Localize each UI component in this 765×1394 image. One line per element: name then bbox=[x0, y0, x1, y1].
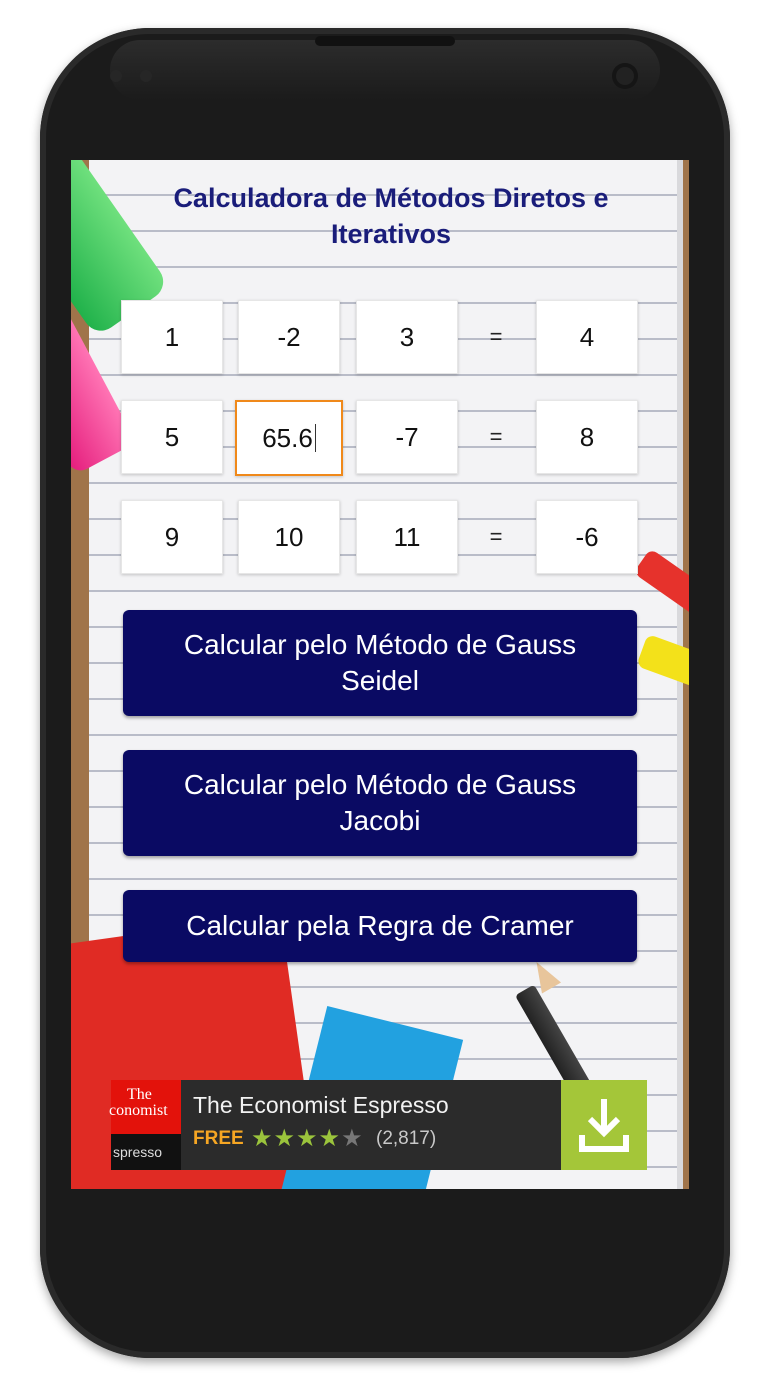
matrix-cell-r2-c[interactable]: -7 bbox=[356, 400, 458, 474]
matrix-cell-r1-a[interactable]: 1 bbox=[121, 300, 223, 374]
matrix-cell-r2-b-focused[interactable]: 65.6 bbox=[235, 400, 343, 476]
text-cursor bbox=[314, 424, 316, 452]
phone-top bbox=[110, 40, 660, 100]
star-icon-empty: ★ bbox=[341, 1125, 364, 1152]
star-icon-filled: ★★★★ bbox=[251, 1125, 342, 1152]
equals-sign: = bbox=[489, 324, 503, 349]
front-camera bbox=[612, 63, 638, 89]
matrix-result-r1[interactable]: 4 bbox=[536, 300, 638, 374]
matrix-result-r3[interactable]: -6 bbox=[536, 500, 638, 574]
matrix-cell-r3-b[interactable]: 10 bbox=[238, 500, 340, 574]
download-icon bbox=[579, 1099, 629, 1152]
sensor bbox=[140, 70, 152, 82]
gauss-jacobi-button[interactable]: Calcular pelo Método de Gauss Jacobi bbox=[123, 750, 637, 856]
ad-banner[interactable]: The conomist spresso The Economist Espre… bbox=[109, 1080, 647, 1170]
matrix-cell-r1-b[interactable]: -2 bbox=[238, 300, 340, 374]
cramer-button[interactable]: Calcular pela Regra de Cramer bbox=[123, 890, 637, 962]
matrix-cell-r3-a[interactable]: 9 bbox=[121, 500, 223, 574]
page-title: Calculadora de Métodos Diretos e Iterati… bbox=[173, 183, 609, 249]
speaker-grill bbox=[315, 36, 455, 46]
rating-count: (2,817) bbox=[376, 1128, 437, 1149]
gauss-seidel-button[interactable]: Calcular pelo Método de Gauss Seidel bbox=[123, 610, 637, 716]
app-screen: Calculadora de Métodos Diretos e Iterati… bbox=[71, 160, 689, 1189]
rating-stars: ★★★★★ bbox=[251, 1124, 364, 1153]
matrix-cell-r3-c[interactable]: 11 bbox=[356, 500, 458, 574]
ad-title[interactable]: The Economist Espresso bbox=[193, 1092, 449, 1119]
download-button[interactable] bbox=[561, 1080, 647, 1170]
sensor bbox=[110, 70, 122, 82]
equals-sign: = bbox=[489, 524, 503, 549]
equals-sign: = bbox=[489, 424, 503, 449]
economist-logo[interactable]: The conomist spresso bbox=[109, 1080, 181, 1170]
cell-value: 65.6 bbox=[262, 422, 313, 453]
ad-price: FREE bbox=[193, 1128, 244, 1149]
logo-text: conomist bbox=[109, 1102, 168, 1119]
matrix-cell-r1-c[interactable]: 3 bbox=[356, 300, 458, 374]
logo-text: spresso bbox=[111, 1134, 181, 1170]
matrix-result-r2[interactable]: 8 bbox=[536, 400, 638, 474]
matrix-cell-r2-a[interactable]: 5 bbox=[121, 400, 223, 474]
